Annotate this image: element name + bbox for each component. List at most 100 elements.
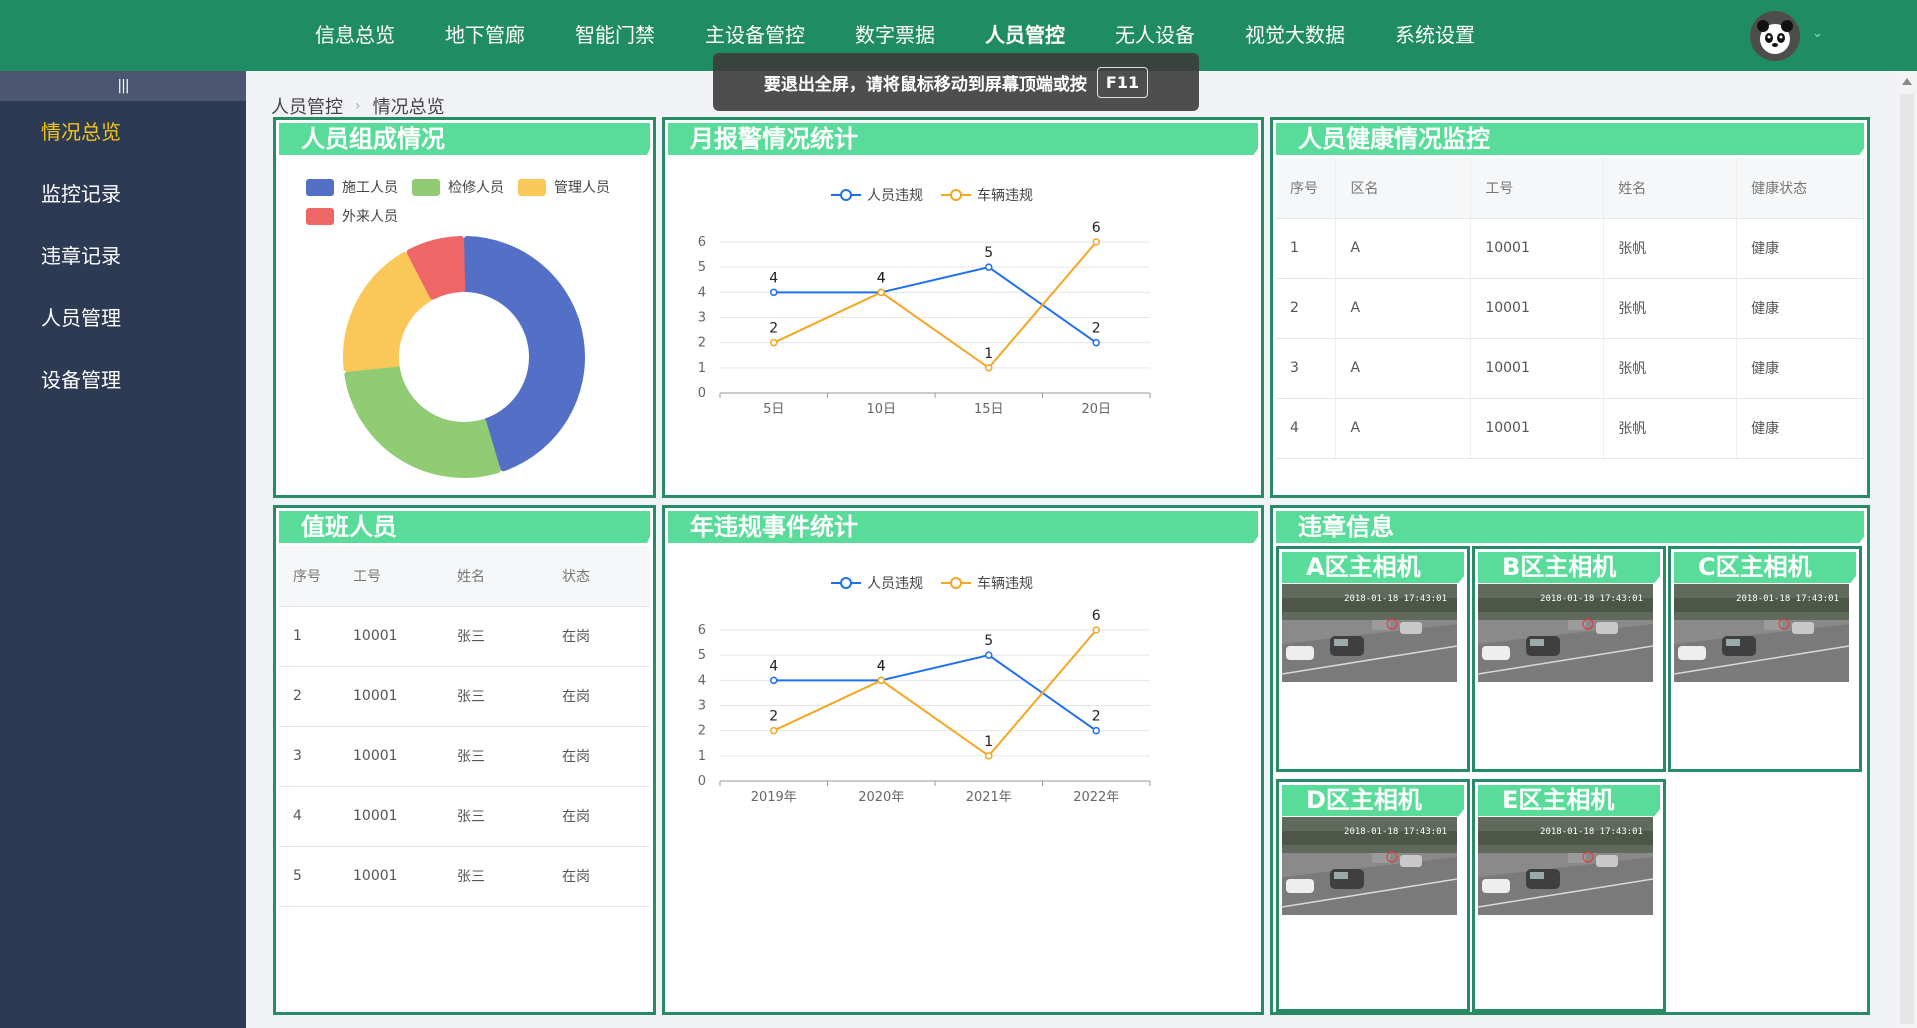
legend-item-visitor[interactable]: 外来人员 <box>306 206 398 226</box>
sidebar-item-overview[interactable]: 情况总览 <box>0 101 246 163</box>
column-header: 序号 <box>1276 158 1337 219</box>
data-point[interactable] <box>1092 338 1100 347</box>
table-cell: 2 <box>1276 278 1337 339</box>
table-cell: 4 <box>1276 398 1337 459</box>
data-label: 4 <box>769 270 778 286</box>
legend-label: 外来人员 <box>342 209 398 225</box>
data-point[interactable] <box>877 676 885 685</box>
data-point[interactable] <box>1092 238 1100 246</box>
series-line-1 <box>773 266 1097 344</box>
fullscreen-toast: 要退出全屏，请将鼠标移动到屏幕顶端或按 F11 <box>713 53 1199 111</box>
legend-item-person-violation[interactable]: 人员违规 <box>831 573 923 593</box>
sidebar-item-violation-records[interactable]: 违章记录 <box>0 225 246 287</box>
camera-card[interactable]: D区主相机 2018-01-18 17:43:01 <box>1276 779 1470 1012</box>
data-point[interactable] <box>770 338 778 347</box>
table-row[interactable]: 2 10001 张三 在岗 <box>279 666 650 727</box>
table-row[interactable]: 3 A 10001 张帆 健康 <box>1276 338 1864 399</box>
x-tick-label: 2019年 <box>751 790 797 805</box>
legend-item-management[interactable]: 管理人员 <box>518 177 610 197</box>
data-point[interactable] <box>770 676 778 685</box>
table-cell: 3 <box>279 726 339 787</box>
data-point[interactable] <box>1092 726 1100 735</box>
nav-item-visual-bigdata[interactable]: 视觉大数据 <box>1220 0 1370 71</box>
camera-snapshot[interactable]: 2018-01-18 17:43:01 <box>1282 584 1457 682</box>
panel-monthly-alarms: 月报警情况统计 人员违规 车辆违规 0 1 2 3 4 5 6 5日 10日 15日 20日 4 4 5 2… <box>662 117 1264 498</box>
panda-avatar-icon[interactable] <box>1750 11 1800 61</box>
panel-title: 年违规事件统计 <box>668 511 1258 543</box>
legend-item-maintenance[interactable]: 检修人员 <box>412 177 504 197</box>
panel-violation-info: 违章信息 A区主相机 2018-01-18 17:43:01 B区主相机 2018-0… <box>1270 505 1870 1015</box>
breadcrumb-current: 情况总览 <box>372 97 445 118</box>
page-scrollbar[interactable] <box>1897 72 1917 1028</box>
table-cell: 10001 <box>1470 218 1605 279</box>
y-tick-label: 4 <box>698 285 706 300</box>
sidebar-item-personnel[interactable]: 人员管理 <box>0 287 246 349</box>
sidebar: ||| 情况总览 监控记录 违章记录 人员管理 设备管理 <box>0 71 246 1028</box>
y-tick-label: 1 <box>698 361 706 376</box>
camera-card[interactable]: A区主相机 2018-01-18 17:43:01 <box>1276 546 1470 772</box>
data-point[interactable] <box>877 288 885 297</box>
table-header-row: 序号 区名 工号 姓名 健康状态 <box>1276 158 1864 219</box>
data-point[interactable] <box>985 263 993 271</box>
data-point[interactable] <box>985 752 993 760</box>
data-point[interactable] <box>985 651 993 659</box>
legend-item-person-violation[interactable]: 人员违规 <box>831 185 923 205</box>
data-point[interactable] <box>770 288 778 297</box>
table-cell: 2 <box>279 666 339 727</box>
data-point[interactable] <box>770 726 778 735</box>
camera-snapshot[interactable]: 2018-01-18 17:43:01 <box>1674 584 1849 682</box>
sidebar-item-devices[interactable]: 设备管理 <box>0 349 246 411</box>
data-point[interactable] <box>1092 626 1100 634</box>
camera-snapshot[interactable]: 2018-01-18 17:43:01 <box>1282 817 1457 915</box>
donut-chart <box>343 236 585 478</box>
legend-item-vehicle-violation[interactable]: 车辆违规 <box>941 573 1033 593</box>
chevron-down-icon[interactable]: ⌄ <box>1812 26 1823 41</box>
column-header: 区名 <box>1335 158 1472 219</box>
camera-title: D区主相机 <box>1282 785 1464 816</box>
table-row[interactable]: 1 10001 张三 在岗 <box>279 606 650 667</box>
table-row[interactable]: 4 10001 张三 在岗 <box>279 786 650 847</box>
camera-card[interactable]: C区主相机 2018-01-18 17:43:01 <box>1668 546 1862 772</box>
legend-line-marker-icon <box>941 577 971 589</box>
table-row[interactable]: 2 A 10001 张帆 健康 <box>1276 278 1864 339</box>
camera-card[interactable]: B区主相机 2018-01-18 17:43:01 <box>1472 546 1666 772</box>
camera-snapshot[interactable]: 2018-01-18 17:43:01 <box>1478 584 1653 682</box>
camera-card[interactable]: E区主相机 2018-01-18 17:43:01 <box>1472 779 1666 1012</box>
table-cell: 10001 <box>339 726 443 787</box>
scrollbar-thumb[interactable] <box>1900 94 1914 1024</box>
nav-item-system-settings[interactable]: 系统设置 <box>1370 0 1500 71</box>
y-tick-label: 2 <box>698 336 706 351</box>
chevron-right-icon: › <box>355 98 361 114</box>
table-row[interactable]: 1 A 10001 张帆 健康 <box>1276 218 1864 279</box>
pie-slice-2[interactable] <box>344 364 501 478</box>
table-cell: 张帆 <box>1603 218 1738 279</box>
camera-timestamp: 2018-01-18 17:43:01 <box>1540 594 1643 604</box>
table-cell: 张帆 <box>1603 338 1738 399</box>
nav-item-overview[interactable]: 信息总览 <box>290 0 420 71</box>
table-cell: A <box>1335 398 1472 459</box>
x-tick-label: 2020年 <box>858 790 904 805</box>
table-cell: 4 <box>279 786 339 847</box>
column-header: 状态 <box>548 546 650 607</box>
scroll-up-arrow-icon[interactable] <box>1902 78 1912 85</box>
table-row[interactable]: 5 10001 张三 在岗 <box>279 846 650 907</box>
camera-snapshot[interactable]: 2018-01-18 17:43:01 <box>1478 817 1653 915</box>
table-cell: 健康 <box>1736 398 1864 459</box>
table-cell: 10001 <box>339 846 443 907</box>
nav-item-access-control[interactable]: 智能门禁 <box>550 0 680 71</box>
camera-timestamp: 2018-01-18 17:43:01 <box>1344 827 1447 837</box>
legend-item-construction[interactable]: 施工人员 <box>306 177 398 197</box>
data-point[interactable] <box>985 364 993 372</box>
camera-title: A区主相机 <box>1282 552 1464 583</box>
sidebar-item-monitor-records[interactable]: 监控记录 <box>0 163 246 225</box>
x-tick-label: 20日 <box>1081 402 1111 417</box>
table-row[interactable]: 3 10001 张三 在岗 <box>279 726 650 787</box>
breadcrumb-parent[interactable]: 人员管控 <box>271 93 343 119</box>
sidebar-toggle-button[interactable]: ||| <box>0 71 246 101</box>
y-tick-label: 3 <box>698 311 706 326</box>
nav-item-underground-pipe[interactable]: 地下管廊 <box>420 0 550 71</box>
camera-title: C区主相机 <box>1674 552 1856 583</box>
table-row[interactable]: 4 A 10001 张帆 健康 <box>1276 398 1864 459</box>
table-cell: 健康 <box>1736 278 1864 339</box>
legend-item-vehicle-violation[interactable]: 车辆违规 <box>941 185 1033 205</box>
